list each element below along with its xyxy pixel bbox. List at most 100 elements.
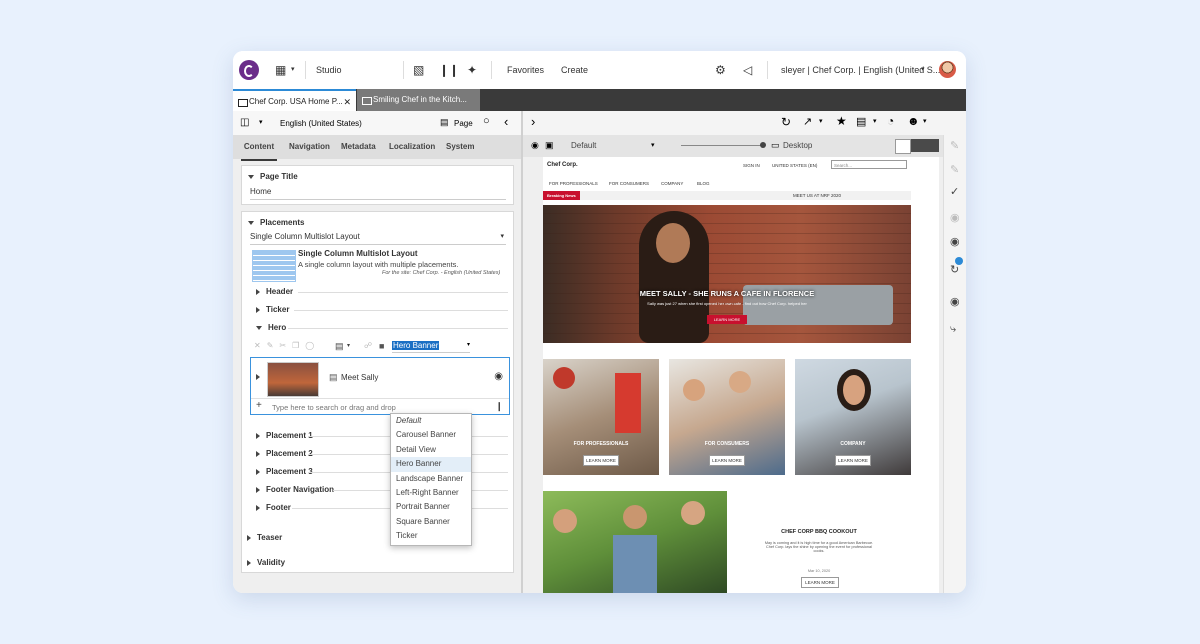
preview-mode-toggle[interactable] xyxy=(911,139,939,152)
view-type-select[interactable]: Hero Banner ▾ xyxy=(392,341,470,353)
globe-x-icon[interactable]: ◉ xyxy=(950,295,960,308)
card-learn-more-button[interactable]: LEARN MORE xyxy=(583,455,619,466)
globe-disabled-icon[interactable]: ◉ xyxy=(950,211,960,224)
tab-content[interactable]: Content xyxy=(241,135,277,161)
reload-icon[interactable]: ↻ xyxy=(781,115,791,129)
device-select[interactable]: Default xyxy=(571,141,596,150)
option-detail-view[interactable]: Detail View xyxy=(391,443,471,457)
company-card-image[interactable]: COMPANY LEARN MORE xyxy=(795,359,911,475)
option-default[interactable]: Default xyxy=(391,414,471,428)
lock-icon[interactable]: ■ xyxy=(379,341,384,351)
linked-item-row[interactable]: ▤ Meet Sally ◉ + Type here to search or … xyxy=(250,357,510,415)
caret-right-icon[interactable] xyxy=(256,374,260,380)
globe-check-icon[interactable]: ◉ xyxy=(950,235,960,248)
open-external-icon[interactable]: ↗ xyxy=(803,115,812,128)
tab-system[interactable]: System xyxy=(446,135,474,159)
inbox-icon[interactable]: ◁ xyxy=(743,63,752,77)
tab-navigation[interactable]: Navigation xyxy=(289,135,330,159)
close-icon[interactable]: ✕ xyxy=(343,91,351,113)
app-logo[interactable] xyxy=(239,60,259,80)
search-input[interactable]: Type here to search or drag and drop xyxy=(272,403,396,412)
page-title-field[interactable]: Home xyxy=(250,187,506,200)
site-search-input[interactable]: Search... xyxy=(831,160,907,169)
hero-banner[interactable]: MEET SALLY - SHE RUNS A CAFE IN FLORENCE… xyxy=(543,205,911,343)
share-icon[interactable]: ⤷ xyxy=(950,323,956,336)
workflow-icon[interactable]: ⚙ xyxy=(715,63,726,77)
nav-blog[interactable]: BLOG xyxy=(697,181,710,186)
slot-header[interactable]: Header xyxy=(256,287,508,296)
chevron-down-icon[interactable]: ▾ xyxy=(259,118,263,126)
copy-icon[interactable]: ❐ xyxy=(292,341,305,350)
library-icon[interactable]: ❙ xyxy=(495,401,503,412)
link-icon[interactable]: ☍ xyxy=(364,341,372,350)
star-icon[interactable]: ★ xyxy=(836,114,847,128)
card-learn-more-button[interactable]: LEARN MORE xyxy=(709,455,745,466)
consumers-card-image[interactable]: FOR CONSUMERS LEARN MORE xyxy=(669,359,785,475)
validity-header[interactable]: Validity xyxy=(247,558,285,567)
card-learn-more-button[interactable]: LEARN MORE xyxy=(835,455,871,466)
teaser-header[interactable]: Teaser xyxy=(247,533,282,542)
bbq-image[interactable] xyxy=(543,491,727,593)
chevron-down-icon[interactable]: ▾ xyxy=(651,141,655,149)
pencil-disabled-icon[interactable]: ✎ xyxy=(950,139,959,152)
hero-learn-more-button[interactable]: LEARN MORE xyxy=(707,315,747,324)
frame-icon[interactable]: ▣ xyxy=(545,140,554,151)
chevron-down-icon[interactable]: ▾ xyxy=(347,342,350,349)
analytics-icon[interactable]: ▤ xyxy=(856,115,866,128)
cut-icon[interactable]: ✂ xyxy=(279,341,292,350)
placements-header[interactable]: Placements xyxy=(248,218,304,227)
split-view-icon[interactable]: ◫ xyxy=(240,117,249,128)
slot-hero[interactable]: Hero xyxy=(256,323,508,332)
tab-smiling-chef[interactable]: Smiling Chef in the Kitch... xyxy=(357,89,480,111)
option-square-banner[interactable]: Square Banner xyxy=(391,515,471,529)
globe-icon[interactable]: ◉ xyxy=(494,371,503,382)
option-landscape-banner[interactable]: Landscape Banner xyxy=(391,472,471,486)
professionals-card-image[interactable]: FOR PROFESSIONALS LEARN MORE xyxy=(543,359,659,475)
user-settings-icon[interactable]: ☻ xyxy=(907,114,920,128)
option-left-right-banner[interactable]: Left-Right Banner xyxy=(391,486,471,500)
sign-in-link[interactable]: SIGN IN xyxy=(743,163,760,168)
apps-grid-icon[interactable]: ▦ xyxy=(275,63,286,77)
chevron-down-icon[interactable]: ▾ xyxy=(819,117,823,125)
target-icon[interactable]: ✦ xyxy=(467,63,477,77)
lightbulb-icon[interactable]: ○ xyxy=(483,115,490,127)
tab-chef-corp-home[interactable]: Chef Corp. USA Home P... ✕ xyxy=(233,89,356,111)
zoom-slider-handle[interactable] xyxy=(760,142,766,148)
country-select[interactable]: UNITED STATES (EN) xyxy=(772,163,817,168)
library-grid-icon[interactable]: ▧ xyxy=(413,63,424,77)
ticker-text[interactable]: MEET US AT NRF 2020 xyxy=(793,193,841,198)
option-ticker[interactable]: Ticker xyxy=(391,529,471,543)
edit-icon[interactable]: ✎ xyxy=(267,341,280,350)
document-icon[interactable]: ▤ xyxy=(335,341,344,352)
layout-select[interactable]: Single Column Multislot Layout ▾ xyxy=(250,232,506,245)
remove-icon[interactable]: ✕ xyxy=(254,341,267,350)
time-icon[interactable]: ◔ xyxy=(887,114,894,128)
chevron-down-icon[interactable]: ▾ xyxy=(923,117,927,125)
layout-toggle-icon[interactable] xyxy=(895,139,911,154)
option-portrait-banner[interactable]: Portrait Banner xyxy=(391,500,471,514)
page-title-header[interactable]: Page Title xyxy=(248,172,298,181)
create-link[interactable]: Create xyxy=(561,65,588,75)
check-icon[interactable]: ✓ xyxy=(950,185,959,198)
bbq-learn-more-button[interactable]: LEARN MORE xyxy=(801,577,839,588)
palette-icon[interactable]: ◉ xyxy=(531,140,539,151)
chevron-down-icon[interactable]: ▾ xyxy=(873,117,877,125)
option-hero-banner[interactable]: Hero Banner xyxy=(391,457,471,472)
tab-localization[interactable]: Localization xyxy=(389,135,435,159)
avatar[interactable] xyxy=(939,61,956,78)
nav-professionals[interactable]: FOR PROFESSIONALS xyxy=(549,181,598,186)
nav-consumers[interactable]: FOR CONSUMERS xyxy=(609,181,649,186)
tab-metadata[interactable]: Metadata xyxy=(341,135,376,159)
favorites-link[interactable]: Favorites xyxy=(507,65,544,75)
user-menu[interactable]: sleyer | Chef Corp. | English (United S.… xyxy=(781,65,940,75)
add-icon[interactable]: + xyxy=(256,400,262,411)
books-icon[interactable]: ❙❙ xyxy=(439,63,459,77)
collapse-left-icon[interactable]: ‹ xyxy=(504,114,508,129)
chevron-down-icon[interactable]: ▾ xyxy=(921,65,925,73)
slot-ticker[interactable]: Ticker xyxy=(256,305,508,314)
paste-icon[interactable]: ◯ xyxy=(305,341,320,350)
chevron-down-icon[interactable]: ▾ xyxy=(291,65,295,73)
zoom-slider[interactable] xyxy=(681,145,763,146)
nav-company[interactable]: COMPANY xyxy=(661,181,683,186)
pencil-edit-icon[interactable]: ✎ xyxy=(950,163,959,176)
